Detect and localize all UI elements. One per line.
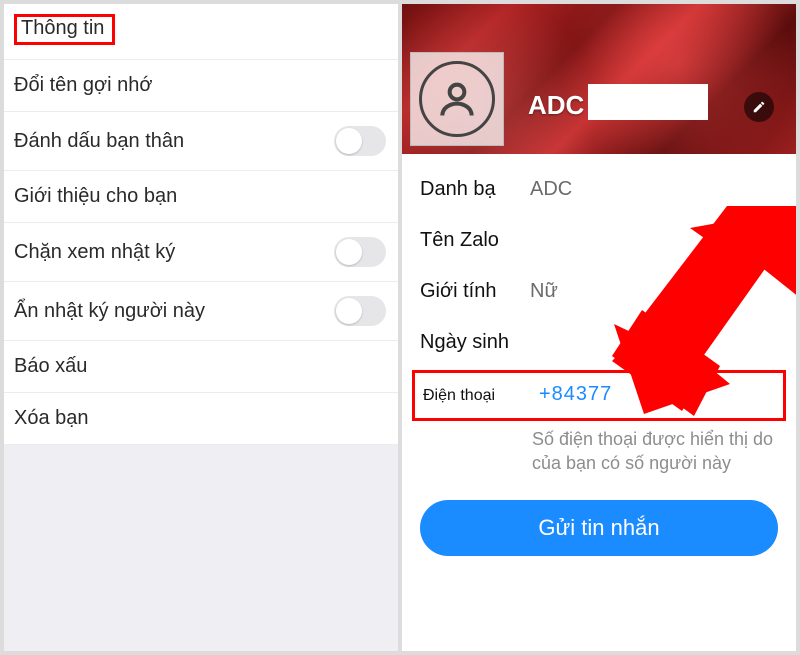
menu-label: Đổi tên gợi nhớ (14, 74, 153, 97)
highlight-info: Thông tin (14, 14, 115, 45)
helper-text: Số điện thoại được hiển thị do của bạn c… (402, 425, 796, 476)
menu-item-delete[interactable]: Xóa bạn (4, 393, 398, 445)
label-phone: Điện thoại (423, 387, 539, 405)
value-phone[interactable]: +84377 (539, 383, 612, 406)
toggle-bestfriend[interactable] (334, 126, 386, 156)
helper-line1: Số điện thoại được hiển thị do (532, 427, 778, 451)
menu-item-bestfriend[interactable]: Đánh dấu bạn thân (4, 112, 398, 171)
menu-label: Báo xấu (14, 355, 87, 378)
profile-panel: ADC Danh bạ ADC Tên Zalo Giới tính Nữ Ng… (400, 4, 796, 651)
field-dob: Ngày sinh (402, 317, 796, 368)
profile-info: Danh bạ ADC Tên Zalo Giới tính Nữ Ngày s… (402, 154, 796, 556)
menu-label: Xóa bạn (14, 407, 89, 430)
field-gender: Giới tính Nữ (402, 266, 796, 317)
value-contact: ADC (530, 178, 572, 201)
redacted-box (588, 84, 708, 120)
label-contact: Danh bạ (420, 178, 530, 201)
helper-line2: của bạn có số người này (532, 451, 778, 475)
settings-menu: Thông tin Đổi tên gợi nhớ Đánh dấu bạn t… (4, 4, 400, 651)
menu-item-block-timeline[interactable]: Chặn xem nhật ký (4, 223, 398, 282)
label-gender: Giới tính (420, 280, 530, 303)
menu-item-rename[interactable]: Đổi tên gợi nhớ (4, 60, 398, 112)
avatar-placeholder-icon (419, 61, 495, 137)
field-contact: Danh bạ ADC (402, 164, 796, 215)
menu-item-introduce[interactable]: Giới thiệu cho bạn (4, 171, 398, 223)
highlight-phone: Điện thoại +84377 (412, 370, 786, 421)
redacted-box (572, 178, 640, 200)
menu-item-info[interactable]: Thông tin (4, 4, 398, 60)
menu-label: Chặn xem nhật ký (14, 241, 175, 264)
label-dob: Ngày sinh (420, 331, 530, 354)
toggle-block-timeline[interactable] (334, 237, 386, 267)
menu-label: Ẩn nhật ký người này (14, 300, 205, 323)
send-message-button[interactable]: Gửi tin nhắn (420, 500, 778, 556)
pencil-icon (752, 100, 766, 114)
menu-label: Đánh dấu bạn thân (14, 130, 184, 153)
profile-cover: ADC (402, 4, 796, 154)
profile-name: ADC (528, 90, 584, 121)
label-zalo: Tên Zalo (420, 229, 530, 252)
edit-name-button[interactable] (744, 92, 774, 122)
field-zalo-name: Tên Zalo (402, 215, 796, 266)
value-gender: Nữ (530, 280, 558, 303)
avatar[interactable] (410, 52, 504, 146)
menu-item-report[interactable]: Báo xấu (4, 341, 398, 393)
menu-spacer (4, 445, 398, 651)
menu-item-hide-timeline[interactable]: Ẩn nhật ký người này (4, 282, 398, 341)
toggle-hide-timeline[interactable] (334, 296, 386, 326)
menu-label: Giới thiệu cho bạn (14, 185, 177, 208)
